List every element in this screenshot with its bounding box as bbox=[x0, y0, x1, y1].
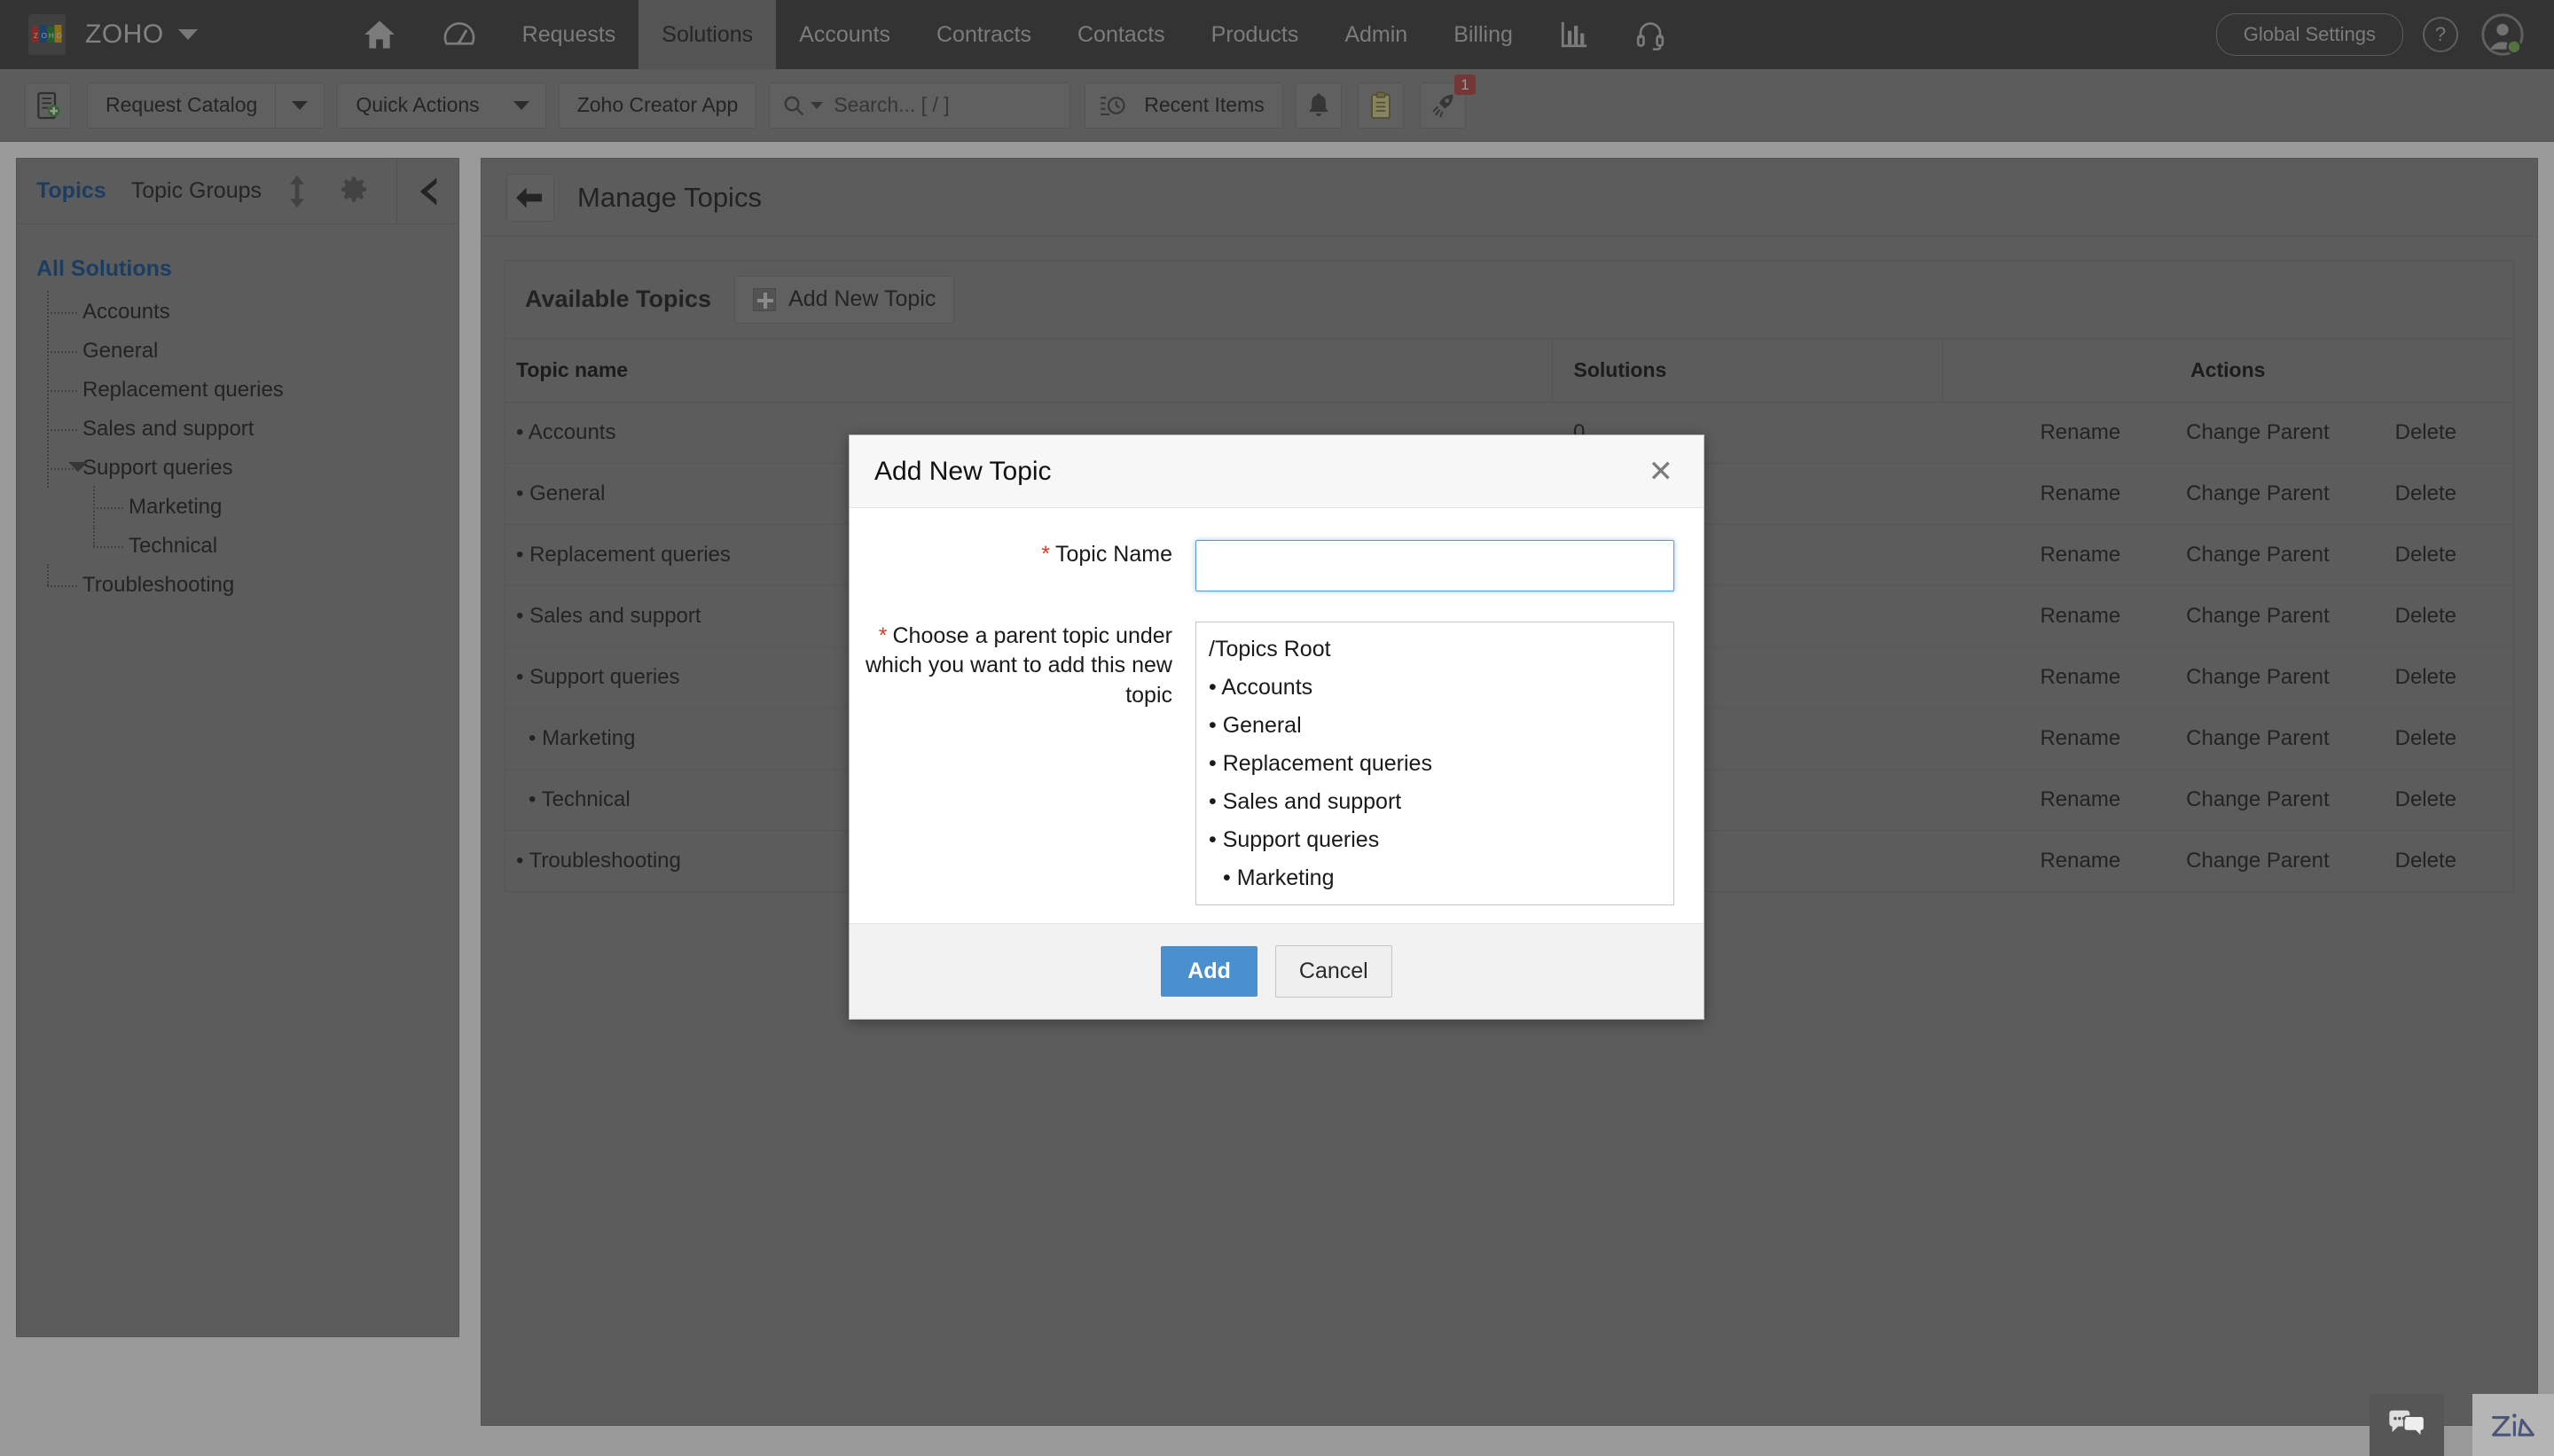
parent-option-accounts[interactable]: • Accounts bbox=[1209, 669, 1673, 708]
required-asterisk: * bbox=[1041, 542, 1050, 567]
topic-name-row: * Topic Name bbox=[850, 540, 1704, 591]
close-icon[interactable]: ✕ bbox=[1643, 453, 1680, 490]
topic-name-label: * Topic Name bbox=[850, 540, 1195, 591]
add-new-topic-dialog: Add New Topic ✕ * Topic Name * Choose a pa… bbox=[849, 434, 1704, 1020]
dialog-body: * Topic Name * Choose a parent topic under… bbox=[850, 508, 1704, 923]
parent-option-marketing[interactable]: • Marketing bbox=[1209, 860, 1673, 898]
parent-topic-label-text: Choose a parent topic under which you wa… bbox=[865, 623, 1172, 708]
parent-option-support-queries[interactable]: • Support queries bbox=[1209, 822, 1673, 860]
parent-topic-row: * Choose a parent topic under which you w… bbox=[850, 622, 1704, 905]
chat-bubbles-icon bbox=[2389, 1410, 2425, 1439]
parent-option-general[interactable]: • General bbox=[1209, 708, 1673, 746]
zia-logo-icon bbox=[2492, 1413, 2534, 1436]
chat-button[interactable] bbox=[2370, 1394, 2444, 1456]
option-label: Support queries bbox=[1222, 827, 1380, 852]
zia-button[interactable] bbox=[2472, 1394, 2554, 1456]
dialog-footer: Add Cancel bbox=[850, 923, 1704, 1019]
parent-option-topics-root[interactable]: /Topics Root bbox=[1209, 631, 1673, 669]
parent-option-sales-and-support[interactable]: • Sales and support bbox=[1209, 784, 1673, 822]
cancel-button[interactable]: Cancel bbox=[1274, 945, 1392, 998]
add-button[interactable]: Add bbox=[1161, 946, 1257, 997]
parent-topic-field-wrap: /Topics Root • Accounts • General • Repl… bbox=[1195, 622, 1710, 905]
dialog-header: Add New Topic ✕ bbox=[850, 435, 1704, 508]
topic-name-input[interactable] bbox=[1195, 540, 1674, 591]
parent-option-replacement-queries[interactable]: • Replacement queries bbox=[1209, 746, 1673, 784]
option-label: Replacement queries bbox=[1222, 751, 1432, 776]
dialog-title: Add New Topic bbox=[874, 456, 1052, 486]
required-asterisk: * bbox=[878, 623, 888, 648]
parent-topic-listbox[interactable]: /Topics Root • Accounts • General • Repl… bbox=[1195, 622, 1674, 905]
parent-option-technical[interactable]: • Technical bbox=[1209, 898, 1673, 905]
option-label: General bbox=[1222, 713, 1302, 738]
topic-name-field-wrap bbox=[1195, 540, 1710, 591]
option-label: Accounts bbox=[1221, 675, 1313, 700]
option-label: Sales and support bbox=[1222, 789, 1402, 814]
option-label: Technical bbox=[1236, 904, 1328, 905]
option-label: Marketing bbox=[1236, 865, 1335, 890]
topic-name-label-text: Topic Name bbox=[1055, 542, 1172, 567]
parent-topic-label: * Choose a parent topic under which you w… bbox=[850, 622, 1195, 905]
